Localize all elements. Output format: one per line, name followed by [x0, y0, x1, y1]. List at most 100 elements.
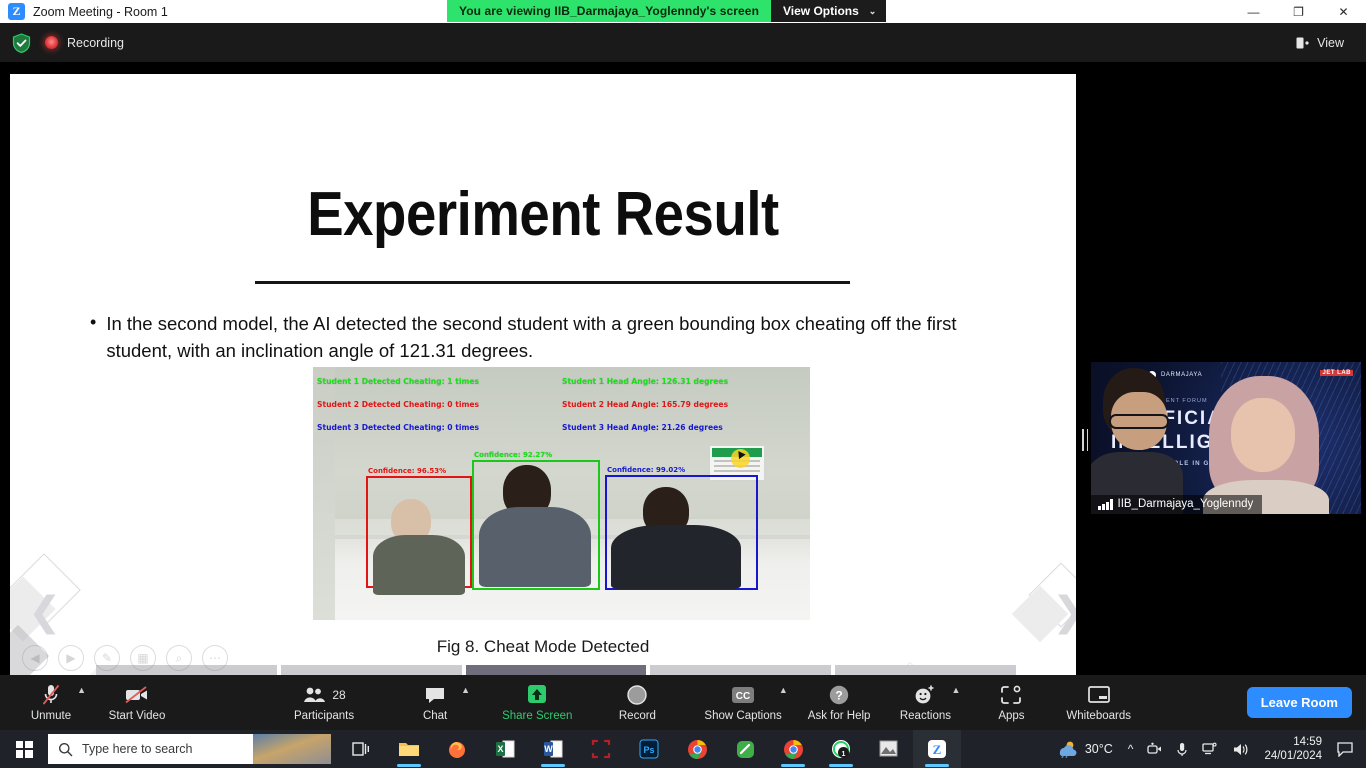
- camera-muted-icon: [124, 683, 150, 707]
- reactions-options-chevron-icon[interactable]: ▲: [952, 685, 961, 695]
- snipping-tool-icon[interactable]: [577, 730, 625, 768]
- chrome-secondary-icon[interactable]: [769, 730, 817, 768]
- show-captions-button[interactable]: CC Show Captions: [704, 677, 782, 729]
- network-icon[interactable]: [1195, 730, 1225, 768]
- participants-label: Participants: [294, 710, 355, 722]
- view-options-button[interactable]: View Options ⌄: [771, 0, 887, 22]
- participant-name: IIB_Darmajaya_Yoglenndy: [1117, 498, 1254, 510]
- word-icon[interactable]: W: [529, 730, 577, 768]
- slide-grid-control[interactable]: ▦: [130, 645, 156, 671]
- system-tray: 30°C ^ 14:59 24/01/2024: [1048, 730, 1366, 768]
- zoom-control[interactable]: ⌕: [166, 645, 192, 671]
- chat-button[interactable]: Chat: [406, 677, 464, 729]
- ask-for-help-button[interactable]: ? Ask for Help: [807, 677, 871, 729]
- window-controls: — ❐ ✕: [1231, 0, 1366, 23]
- unmute-button[interactable]: Unmute: [22, 677, 80, 729]
- reactions-button[interactable]: Reactions: [896, 677, 954, 729]
- windows-start-icon[interactable]: [0, 730, 48, 768]
- audio-options-chevron-icon[interactable]: ▲: [77, 685, 86, 695]
- svg-text:CC: CC: [736, 691, 750, 702]
- slide-next-arrow[interactable]: ❯: [1052, 589, 1076, 635]
- taskbar-clock[interactable]: 14:59 24/01/2024: [1256, 735, 1330, 764]
- zoom-top-bar: Recording View: [0, 23, 1366, 62]
- slide-prev-arrow[interactable]: ❮: [28, 589, 62, 635]
- closed-caption-icon: CC: [730, 683, 756, 707]
- microphone-muted-icon: [41, 683, 61, 707]
- show-captions-label: Show Captions: [704, 710, 782, 722]
- task-view-icon[interactable]: [337, 730, 385, 768]
- zoom-taskbar-icon[interactable]: Z: [913, 730, 961, 768]
- signal-bars-icon: [1098, 498, 1113, 510]
- volume-icon[interactable]: [1225, 730, 1256, 768]
- minimize-button[interactable]: —: [1231, 0, 1276, 23]
- mouse-cursor-icon: [731, 449, 750, 468]
- next-slide-control[interactable]: ▶: [58, 645, 84, 671]
- prev-slide-control[interactable]: ◀: [22, 645, 48, 671]
- whatsapp-badge-count: 1: [842, 751, 846, 758]
- student-3-body: [611, 525, 741, 589]
- camera-in-use-icon[interactable]: [1140, 730, 1169, 768]
- chat-options-chevron-icon[interactable]: ▲: [461, 685, 470, 695]
- chat-bubble-icon: [424, 683, 446, 707]
- notes-icon[interactable]: [721, 730, 769, 768]
- title-divider: [255, 281, 850, 284]
- apps-label: Apps: [998, 710, 1025, 722]
- search-placeholder-text: Type here to search: [82, 742, 193, 756]
- weather-widget[interactable]: 30°C: [1048, 740, 1121, 758]
- meeting-stage: ❮ ❯ Experiment Result • In the second mo…: [0, 62, 1366, 677]
- overlay-text: Student 1 Detected Cheating: 1 times: [317, 377, 480, 386]
- view-label: View: [1317, 35, 1344, 50]
- smiley-plus-icon: [913, 683, 937, 707]
- show-hidden-icons-chevron[interactable]: ^: [1121, 730, 1141, 768]
- confidence-label: Confidence: 92.27%: [474, 451, 553, 459]
- overlay-text: Student 1 Head Angle: 126.31 degrees: [562, 377, 729, 386]
- maximize-button[interactable]: ❐: [1276, 0, 1321, 23]
- cortana-news-thumbnail[interactable]: [253, 734, 331, 764]
- view-layout-button[interactable]: View: [1288, 32, 1352, 54]
- view-options-label: View Options: [783, 4, 859, 18]
- overlay-text: Student 3 Head Angle: 21.26 degrees: [562, 423, 723, 432]
- shared-screen-content[interactable]: ❮ ❯ Experiment Result • In the second mo…: [10, 74, 1076, 677]
- whatsapp-icon[interactable]: 1: [817, 730, 865, 768]
- pen-control[interactable]: ✎: [94, 645, 120, 671]
- start-video-label: Start Video: [108, 710, 166, 722]
- apps-button[interactable]: Apps: [982, 677, 1040, 729]
- screen-share-banner: You are viewing IIB_Darmajaya_Yoglenndy'…: [447, 0, 887, 22]
- student-2-body: [479, 507, 591, 587]
- close-button[interactable]: ✕: [1321, 0, 1366, 23]
- clock-date: 24/01/2024: [1264, 750, 1322, 762]
- share-screen-button[interactable]: Share Screen: [502, 677, 572, 729]
- recording-indicator[interactable]: Recording: [45, 36, 124, 50]
- participant-video-thumbnail[interactable]: DARMAJAYA JET LAB STUDENT FORUM ARTIFICI…: [1090, 361, 1362, 515]
- excel-icon[interactable]: X: [481, 730, 529, 768]
- photoshop-icon[interactable]: Ps: [625, 730, 673, 768]
- slide-bullet: • In the second model, the AI detected t…: [90, 310, 1010, 365]
- security-shield-icon[interactable]: [12, 32, 31, 53]
- taskbar-app-list: X W Ps 1 Z: [337, 730, 961, 768]
- record-button[interactable]: Record: [608, 677, 666, 729]
- overlay-text: Student 2 Detected Cheating: 0 times: [317, 400, 480, 409]
- participants-count: 28: [332, 688, 346, 702]
- unmute-label: Unmute: [30, 710, 72, 722]
- photos-icon[interactable]: [865, 730, 913, 768]
- action-center-icon[interactable]: [1330, 730, 1360, 768]
- participant-left-figure: [1091, 368, 1183, 514]
- leave-room-button[interactable]: Leave Room: [1246, 687, 1352, 718]
- file-explorer-icon[interactable]: [385, 730, 433, 768]
- captions-options-chevron-icon[interactable]: ▲: [779, 685, 788, 695]
- microphone-in-use-icon[interactable]: [1169, 730, 1195, 768]
- share-banner-message: You are viewing IIB_Darmajaya_Yoglenndy'…: [447, 0, 771, 22]
- start-video-button[interactable]: Start Video: [108, 677, 166, 729]
- chrome-icon[interactable]: [673, 730, 721, 768]
- firefox-icon[interactable]: [433, 730, 481, 768]
- overlay-text: Student 2 Head Angle: 165.79 degrees: [562, 400, 729, 409]
- confidence-label: Confidence: 99.02%: [607, 466, 686, 474]
- ask-for-help-label: Ask for Help: [807, 710, 871, 722]
- whiteboards-button[interactable]: Whiteboards: [1066, 677, 1131, 729]
- search-input[interactable]: Type here to search: [48, 734, 253, 764]
- student-1-body: [373, 535, 465, 595]
- participants-button[interactable]: 28 Participants: [294, 677, 354, 729]
- record-label: Record: [618, 710, 656, 722]
- more-options-control[interactable]: ⋯: [202, 645, 228, 671]
- detection-figure-image: Student 1 Detected Cheating: 1 times Stu…: [313, 367, 810, 620]
